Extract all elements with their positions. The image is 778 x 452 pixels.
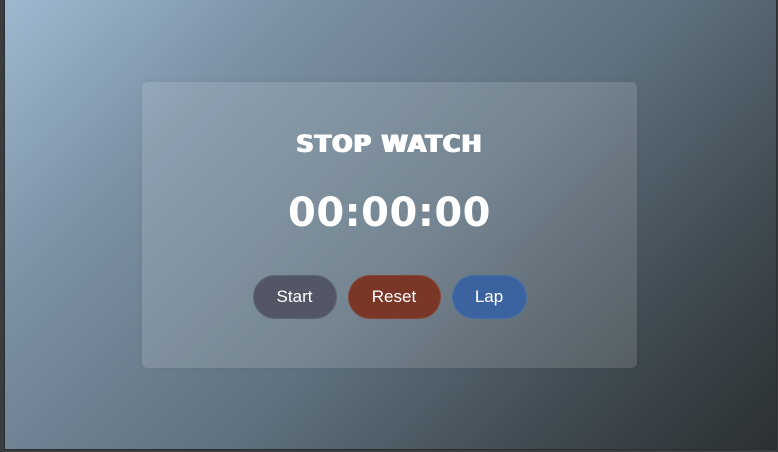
start-button[interactable]: Start	[252, 275, 337, 319]
lap-button[interactable]: Lap	[451, 275, 527, 319]
stopwatch-card: STOP WATCH 00:00:00 Start Reset Lap	[142, 82, 637, 368]
control-buttons: Start Reset Lap	[142, 275, 637, 319]
page-background: STOP WATCH 00:00:00 Start Reset Lap	[4, 0, 777, 450]
time-display: 00:00:00	[288, 190, 491, 236]
stopwatch-title: STOP WATCH	[296, 130, 483, 158]
reset-button[interactable]: Reset	[347, 275, 441, 319]
